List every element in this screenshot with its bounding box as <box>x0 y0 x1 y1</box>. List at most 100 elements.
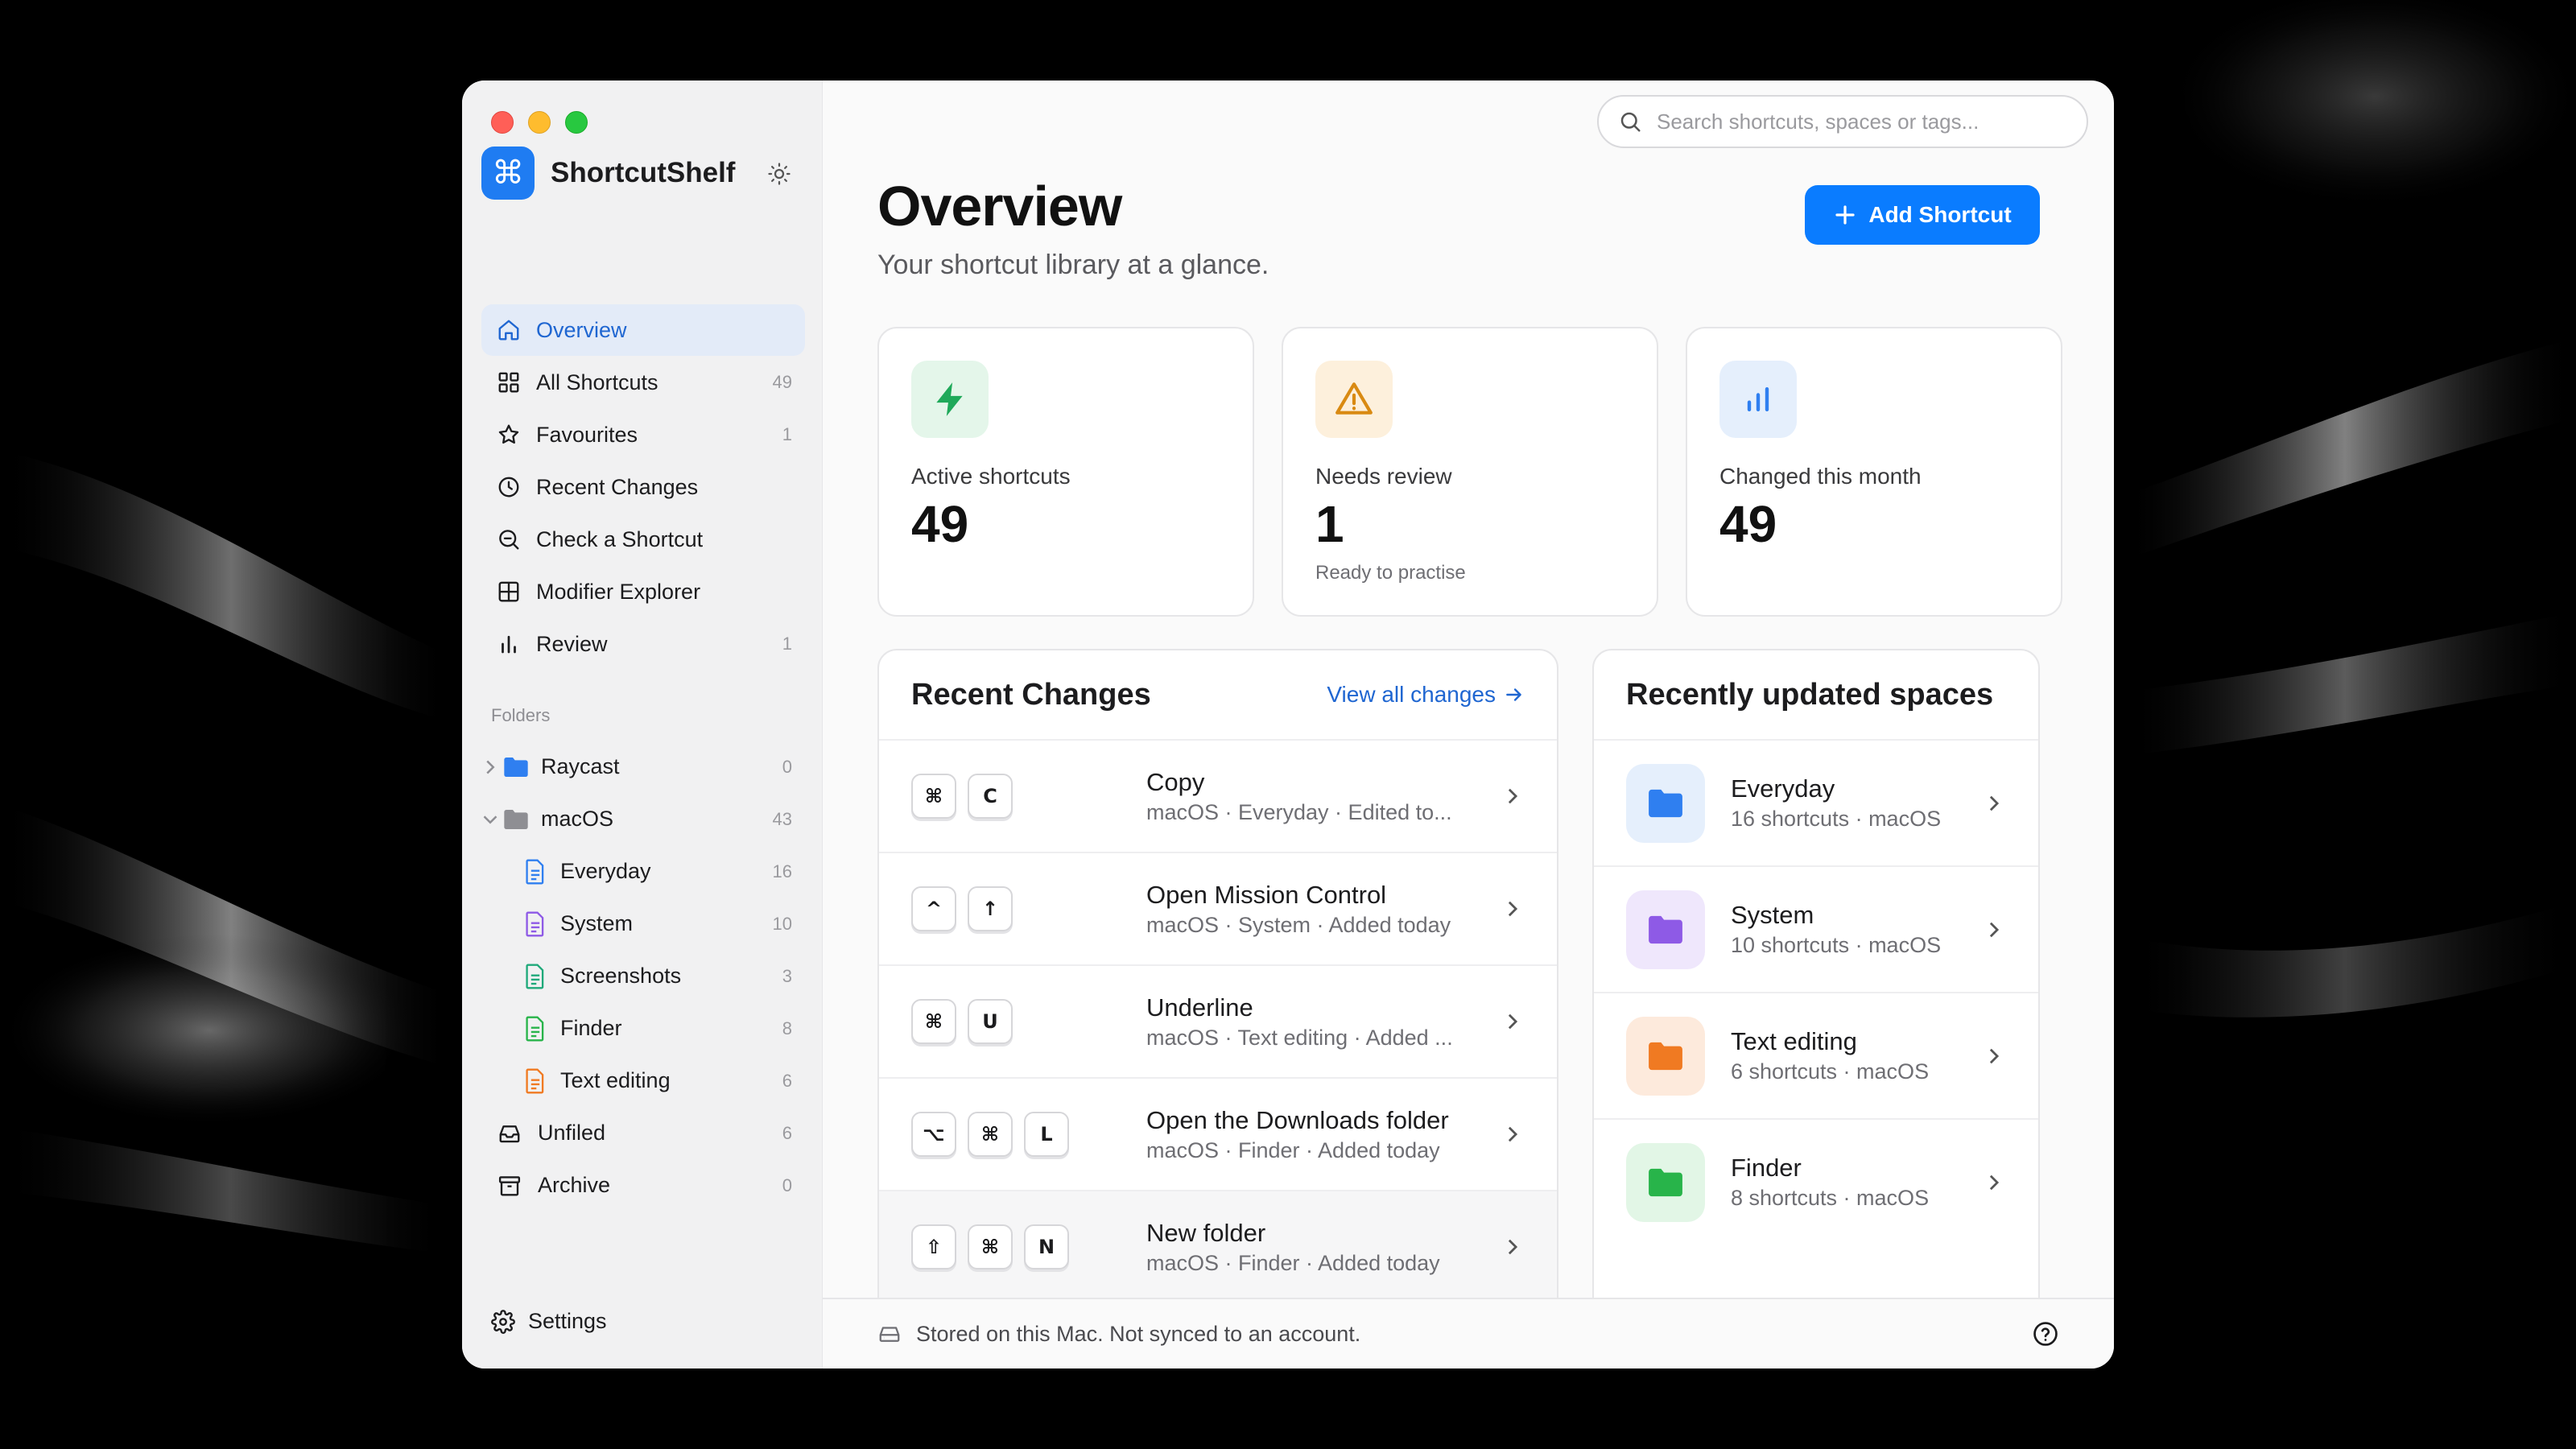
space-title: Finder <box>1731 1154 1802 1182</box>
folder-count: 8 <box>782 1018 792 1038</box>
folder-item-raycast[interactable]: Raycast 0 <box>481 741 805 793</box>
folder-count: 16 <box>772 861 792 881</box>
chevron-right-icon <box>1982 795 2006 812</box>
chevron-right-icon <box>1982 1047 2006 1065</box>
folder-count: 43 <box>772 808 792 829</box>
folder-label: Unfiled <box>538 1121 606 1145</box>
zoom-window-button[interactable] <box>565 111 588 134</box>
stat-card-changed-this-month[interactable]: Changed this month 49 <box>1686 327 2062 617</box>
folder-item-text-editing[interactable]: Text editing 6 <box>481 1055 805 1107</box>
change-meta: macOS · Finder · Added today <box>1146 1250 1440 1275</box>
folder-count: 0 <box>782 1174 792 1195</box>
document-icon <box>522 1067 549 1095</box>
view-all-changes-link[interactable]: View all changes <box>1327 682 1525 708</box>
drive-icon <box>879 1327 900 1342</box>
sidebar-item-favourites[interactable]: Favourites 1 <box>481 409 805 460</box>
key-cap: ^ <box>911 886 956 931</box>
sidebar-item-label: Recent Changes <box>536 474 699 499</box>
archive-icon <box>496 1172 523 1199</box>
search-field[interactable] <box>1597 95 2088 148</box>
bolt-icon <box>911 361 989 438</box>
key-combo: ⇧ ⌘ N <box>911 1224 1146 1269</box>
folder-item-macos[interactable]: macOS 43 <box>481 793 805 845</box>
recent-changes-heading: Recent Changes <box>911 677 1151 712</box>
recent-changes-header: Recent Changes View all changes <box>879 650 1557 739</box>
sidebar: ⌘ ShortcutShelf Overview All Shortcuts 4… <box>462 80 823 1368</box>
document-icon <box>522 963 549 990</box>
key-cap: C <box>968 774 1013 819</box>
app-logo-icon: ⌘ <box>481 147 535 200</box>
stat-value: 49 <box>1719 495 1777 553</box>
change-row[interactable]: ^ ↑ Open Mission Control macOS · System … <box>879 852 1557 964</box>
close-window-button[interactable] <box>491 111 514 134</box>
key-cap: U <box>968 999 1013 1044</box>
space-title: Everyday <box>1731 774 1835 803</box>
space-row[interactable]: Finder 8 shortcuts · macOS <box>1594 1118 2038 1245</box>
sidebar-item-overview[interactable]: Overview <box>481 304 805 356</box>
sidebar-item-all-shortcuts[interactable]: All Shortcuts 49 <box>481 357 805 408</box>
folder-item-unfiled[interactable]: Unfiled 6 <box>481 1107 805 1159</box>
chevron-right-icon <box>1982 921 2006 939</box>
folder-count: 6 <box>782 1070 792 1091</box>
folder-icon <box>1626 763 1705 843</box>
add-shortcut-button[interactable]: Add Shortcut <box>1805 185 2040 245</box>
key-cap: ⇧ <box>911 1224 956 1269</box>
folder-item-archive[interactable]: Archive 0 <box>481 1159 805 1212</box>
sidebar-item-label: Overview <box>536 317 627 342</box>
folder-icon <box>502 753 530 781</box>
page-title: Overview <box>877 175 1122 237</box>
sidebar-item-modifier-explorer[interactable]: Modifier Explorer <box>481 566 805 617</box>
change-row[interactable]: ⌘ U Underline macOS · Text editing · Add… <box>879 964 1557 1077</box>
chevron-right-icon <box>1501 1125 1525 1143</box>
chevron-down-icon[interactable] <box>481 814 499 825</box>
stat-label: Needs review <box>1315 464 1452 489</box>
theme-toggle-button[interactable] <box>763 158 795 190</box>
change-title: Copy <box>1146 767 1205 796</box>
change-meta: macOS · Finder · Added today <box>1146 1137 1440 1162</box>
search-icon <box>1620 112 1641 132</box>
sidebar-item-label: All Shortcuts <box>536 369 658 394</box>
change-row[interactable]: ⇧ ⌘ N New folder macOS · Finder · Added … <box>879 1190 1557 1302</box>
main-content: Overview Your shortcut library at a glan… <box>823 80 2114 1368</box>
stat-card-active-shortcuts[interactable]: Active shortcuts 49 <box>877 327 1254 617</box>
stat-note: Ready to practise <box>1315 562 1466 584</box>
bar-chart-icon <box>496 631 522 657</box>
change-row[interactable]: ⌥ ⌘ L Open the Downloads folder macOS · … <box>879 1077 1557 1190</box>
plus-icon <box>1835 205 1855 225</box>
stat-card-needs-review[interactable]: Needs review 1 Ready to practise <box>1282 327 1658 617</box>
chevron-right-icon[interactable] <box>481 759 499 775</box>
space-title: System <box>1731 901 1814 929</box>
grid-icon <box>496 369 522 395</box>
sidebar-item-check-a-shortcut[interactable]: Check a Shortcut <box>481 514 805 565</box>
sidebar-item-label: Review <box>536 631 608 656</box>
folder-item-everyday[interactable]: Everyday 16 <box>481 845 805 898</box>
folder-label: System <box>560 911 634 935</box>
sidebar-item-recent-changes[interactable]: Recent Changes <box>481 461 805 513</box>
key-combo: ⌘ C <box>911 774 1146 819</box>
storage-status-text: Stored on this Mac. Not synced to an acc… <box>916 1321 1361 1346</box>
key-cap: ⌘ <box>968 1112 1013 1157</box>
space-row[interactable]: Text editing 6 shortcuts · macOS <box>1594 992 2038 1118</box>
minimize-window-button[interactable] <box>528 111 551 134</box>
sidebar-item-count: 49 <box>772 372 792 392</box>
folder-item-finder[interactable]: Finder 8 <box>481 1002 805 1055</box>
key-cap: ⌘ <box>911 999 956 1044</box>
home-icon <box>496 317 522 343</box>
folder-item-screenshots[interactable]: Screenshots 3 <box>481 950 805 1002</box>
stat-label: Changed this month <box>1719 464 1922 489</box>
search-input[interactable] <box>1657 109 2067 134</box>
change-row[interactable]: ⌘ C Copy macOS · Everyday · Edited to... <box>879 739 1557 852</box>
help-button[interactable] <box>2032 1320 2059 1353</box>
sidebar-item-review[interactable]: Review 1 <box>481 618 805 670</box>
stat-value: 49 <box>911 495 969 553</box>
sun-icon <box>768 163 791 185</box>
space-row[interactable]: Everyday 16 shortcuts · macOS <box>1594 739 2038 865</box>
key-combo: ⌥ ⌘ L <box>911 1112 1146 1157</box>
view-all-label: View all changes <box>1327 682 1496 707</box>
settings-button[interactable]: Settings <box>491 1309 607 1334</box>
change-title: Underline <box>1146 993 1253 1022</box>
sidebar-nav: Overview All Shortcuts 49 Favourites 1 R… <box>481 304 805 671</box>
folder-item-system[interactable]: System 10 <box>481 898 805 950</box>
space-row[interactable]: System 10 shortcuts · macOS <box>1594 865 2038 992</box>
inbox-icon <box>496 1120 523 1147</box>
